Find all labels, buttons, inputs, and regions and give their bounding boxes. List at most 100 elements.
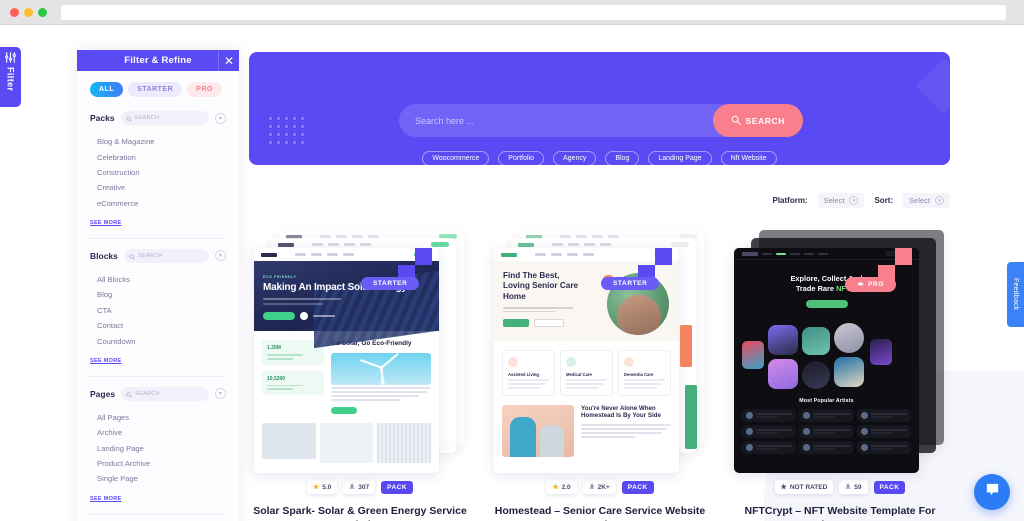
results-filter-bar: Platform: Select ▾ Sort: Select ▾ [772, 193, 950, 208]
minimize-window-button[interactable] [24, 7, 33, 17]
search-button[interactable]: SEARCH [712, 104, 803, 137]
list-item[interactable]: Countdown [90, 333, 226, 348]
feedback-label: Feedback [1012, 278, 1019, 311]
rating-value: 5.0 [322, 483, 332, 491]
list-item[interactable]: All Blocks [90, 272, 226, 287]
preview-feature-cards: Assisted Living Medical Care Dementia Ca… [494, 341, 679, 405]
sort-select[interactable]: Select ▾ [903, 193, 950, 208]
hero-tag-agency[interactable]: Agency [552, 151, 597, 165]
badge-label: PRO [868, 281, 884, 288]
star-icon: ★ [780, 484, 787, 491]
list-item[interactable]: Celebration [90, 149, 226, 164]
search-placeholder: SEARCH [135, 390, 160, 397]
maximize-window-button[interactable] [38, 7, 47, 17]
preview-headline: Find The Best, Loving Senior Care Home [503, 271, 579, 301]
filter-section-blocks: Blocks SEARCH ▾ All Blocks Blog CTA Cont… [90, 248, 226, 367]
rating-chip: ★ 2.0 [546, 480, 577, 494]
see-more-blocks[interactable]: SEE MORE [90, 358, 121, 364]
hero-tag-nft-website[interactable]: Nft Website [720, 151, 777, 165]
close-window-button[interactable] [10, 7, 19, 17]
downloads-chip: 2K+ [582, 480, 616, 494]
pack-badge: PACK [873, 480, 906, 494]
download-icon [349, 483, 355, 491]
sort-label: Sort: [874, 196, 894, 205]
filter-sidebar: Filter & Refine ✕ ALL STARTER PRO Packs … [77, 50, 239, 521]
list-item[interactable]: Blog [90, 287, 226, 302]
side-bar-decoration [680, 325, 697, 465]
list-item[interactable]: Contact [90, 318, 226, 333]
pack-badge: PACK [381, 480, 414, 494]
list-item[interactable]: CTA [90, 303, 226, 318]
hero-tag-landing-page[interactable]: Landing Page [648, 151, 712, 165]
template-card[interactable]: Explore, Collect And Trade Rare NFT'S [729, 230, 951, 521]
pill-all[interactable]: ALL [90, 82, 124, 97]
list-item[interactable]: Landing Page [90, 441, 226, 456]
section-title: Packs [90, 113, 115, 123]
list-item[interactable]: Blog & Magazine [90, 134, 226, 149]
hero-search-banner: SEARCH Woocommerce Portfolio Agency Blog… [249, 52, 950, 165]
sidebar-title: Filter & Refine [124, 55, 192, 66]
chevron-down-icon[interactable]: ▾ [215, 250, 226, 262]
search-icon [125, 109, 132, 127]
status-badge: PRO [845, 277, 896, 292]
downloads-value: 59 [854, 483, 862, 491]
sidebar-header: Filter & Refine ✕ [77, 50, 239, 71]
card-title[interactable]: Solar Spark- Solar & Green Energy Servic… [249, 504, 471, 521]
list-item[interactable]: Archive [90, 425, 226, 440]
list-item[interactable]: eCommerce [90, 196, 226, 211]
hero-tag-blog[interactable]: Blog [605, 151, 640, 165]
template-card[interactable]: Find The Best, Loving Senior Care Home A… [489, 230, 711, 521]
downloads-chip: 59 [839, 480, 868, 494]
rating-chip: ★ NOT RATED [774, 480, 834, 494]
rating-value: 2.0 [561, 483, 571, 491]
close-icon[interactable]: ✕ [218, 50, 239, 71]
filter-section-pages: Pages SEARCH ▾ All Pages Archive Landing… [90, 386, 226, 505]
preview-feature-title: Assisted Living [508, 372, 539, 377]
list-item[interactable]: Product Archive [90, 456, 226, 471]
preview-feature-title: Dementia Care [624, 372, 654, 377]
filter-toggle-tab[interactable]: Filter [0, 47, 21, 107]
chevron-down-icon[interactable]: ▾ [215, 388, 226, 400]
pill-starter[interactable]: STARTER [128, 82, 183, 97]
card-thumbnail[interactable]: Explore, Collect And Trade Rare NFT'S [729, 230, 951, 473]
badge-label: STARTER [373, 280, 408, 287]
packs-search-input[interactable]: SEARCH [120, 109, 209, 127]
hero-tag-woocommerce[interactable]: Woocommerce [422, 151, 490, 165]
chat-launcher-button[interactable] [974, 474, 1010, 510]
list-item[interactable]: Construction [90, 165, 226, 180]
card-title[interactable]: NFTCrypt – NFT Website Template For Elem… [729, 504, 951, 521]
hero-tag-list: Woocommerce Portfolio Agency Blog Landin… [249, 151, 950, 165]
see-more-pages[interactable]: SEE MORE [90, 496, 121, 502]
card-title[interactable]: Homestead – Senior Care Service Website … [489, 504, 711, 521]
hero-search-bar: SEARCH [399, 104, 803, 137]
feedback-tab[interactable]: Feedback [1007, 262, 1024, 327]
list-item[interactable]: Creative [90, 180, 226, 195]
card-thumbnail[interactable]: ECO FRIENDLY Making An Impact Solar Ener… [249, 230, 471, 473]
address-bar[interactable] [61, 4, 1006, 20]
see-more-packs[interactable]: SEE MORE [90, 220, 121, 226]
sidebar-body: ALL STARTER PRO Packs SEARCH ▾ Blog & Ma… [77, 71, 239, 521]
download-icon [589, 483, 595, 491]
downloads-value: 2K+ [597, 483, 610, 491]
list-item[interactable]: Single Page [90, 471, 226, 486]
card-meta: ★ 2.0 2K+ PACK [489, 480, 711, 494]
hero-tag-portfolio[interactable]: Portfolio [498, 151, 544, 165]
template-card[interactable]: ECO FRIENDLY Making An Impact Solar Ener… [249, 230, 471, 521]
pages-search-input[interactable]: SEARCH [121, 386, 209, 401]
section-title: Pages [90, 388, 116, 399]
sort-select-value: Select [909, 196, 930, 205]
divider [90, 375, 226, 377]
blocks-search-input[interactable]: SEARCH [123, 248, 209, 263]
preview-stat-1: 1.35M [267, 345, 281, 351]
platform-select[interactable]: Select ▾ [817, 193, 865, 208]
card-thumbnail[interactable]: Find The Best, Loving Senior Care Home A… [489, 230, 711, 473]
section-header: Pages SEARCH ▾ [90, 386, 226, 401]
chevron-down-icon[interactable]: ▾ [215, 112, 226, 124]
section-title: Blocks [90, 250, 118, 261]
list-item[interactable]: All Pages [90, 410, 226, 425]
pill-pro[interactable]: PRO [187, 82, 222, 97]
badge-label: STARTER [613, 280, 648, 287]
chat-bubble-icon [984, 481, 1001, 503]
preview-feature-title: Medical Care [566, 372, 592, 377]
preview-section-title: You're Never Alone When Homestead Is By … [581, 404, 661, 420]
